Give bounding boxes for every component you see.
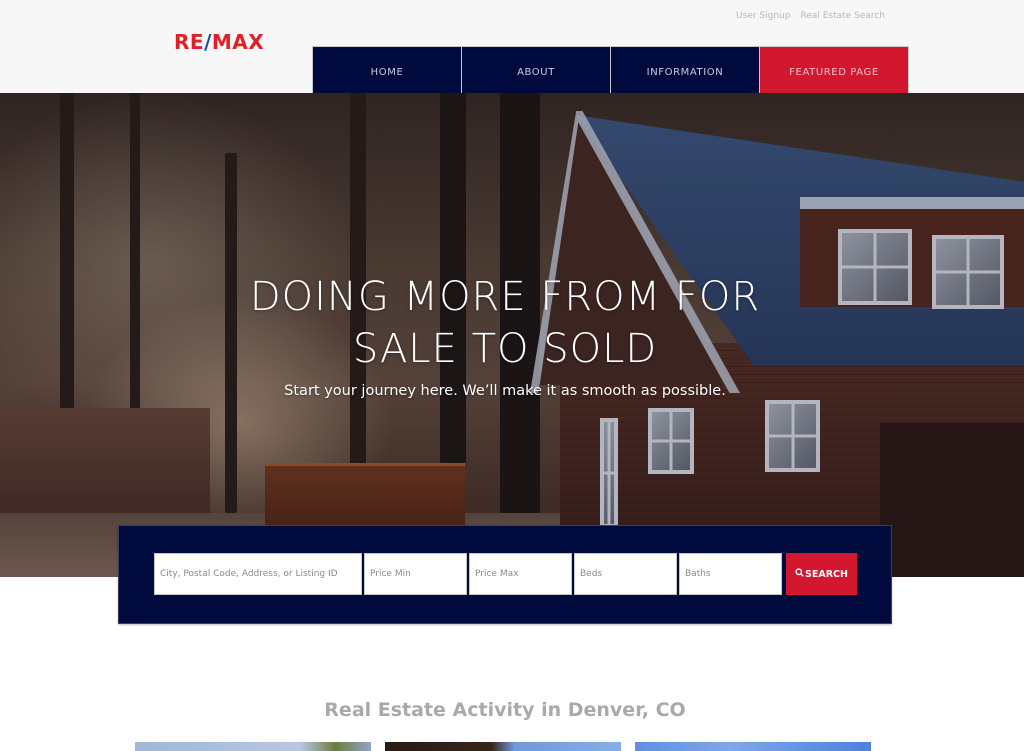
logo-text-re: RE <box>174 30 205 54</box>
price-max-input[interactable] <box>469 553 572 595</box>
search-icon <box>795 568 804 580</box>
hero-title-line-1: DOING MORE FROM FOR <box>249 274 761 320</box>
nav-item-information[interactable]: INFORMATION <box>611 47 759 97</box>
search-button-label: SEARCH <box>805 568 848 580</box>
hero-title-line-2: SALE TO SOLD <box>352 326 658 372</box>
property-search-form: SEARCH <box>154 553 857 595</box>
hero-subtitle: Start your journey here. We’ll make it a… <box>284 383 726 399</box>
logo-slash: / <box>204 30 212 54</box>
listing-card-2[interactable] <box>385 742 621 751</box>
beds-input[interactable] <box>574 553 677 595</box>
nav-item-about[interactable]: ABOUT <box>462 47 610 97</box>
site-header: RE/MAX User Signup Real Estate Search HO… <box>0 0 1024 98</box>
hero-banner: DOING MORE FROM FOR SALE TO SOLD Start y… <box>0 93 1024 577</box>
price-min-input[interactable] <box>364 553 467 595</box>
real-estate-search-link[interactable]: Real Estate Search <box>800 11 885 21</box>
baths-input[interactable] <box>679 553 782 595</box>
hero-title: DOING MORE FROM FOR SALE TO SOLD <box>0 271 1010 375</box>
search-button[interactable]: SEARCH <box>786 553 857 595</box>
user-signup-link[interactable]: User Signup <box>736 11 790 21</box>
activity-section-title: Real Estate Activity in Denver, CO <box>324 699 686 721</box>
location-input[interactable] <box>154 553 362 595</box>
nav-item-featured-page[interactable]: FEATURED PAGE <box>760 47 908 97</box>
utility-links: User Signup Real Estate Search <box>736 11 885 21</box>
main-nav: HOME ABOUT INFORMATION FEATURED PAGE <box>312 46 909 98</box>
property-search-panel: SEARCH <box>118 525 892 624</box>
listing-card-1[interactable] <box>135 742 371 751</box>
nav-item-home[interactable]: HOME <box>313 47 461 97</box>
logo-text-max: MAX <box>211 30 265 54</box>
remax-logo[interactable]: RE/MAX <box>174 31 264 53</box>
listing-card-3[interactable] <box>635 742 871 751</box>
